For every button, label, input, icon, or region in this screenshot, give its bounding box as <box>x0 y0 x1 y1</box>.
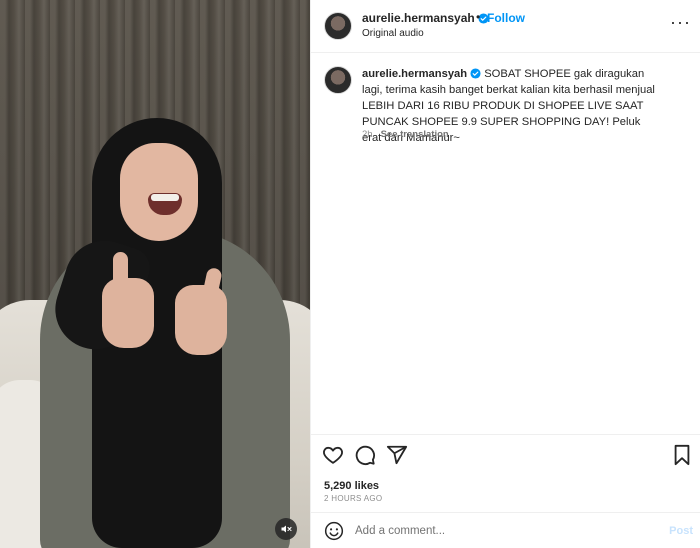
left-hand <box>102 278 154 348</box>
comment-input[interactable] <box>355 521 655 541</box>
comment-button[interactable] <box>354 444 378 468</box>
separator-dot: • <box>476 10 481 24</box>
share-icon <box>386 445 408 465</box>
emoji-button[interactable] <box>324 521 344 541</box>
original-audio-link[interactable]: Original audio <box>362 28 424 39</box>
share-button[interactable] <box>386 444 410 468</box>
caption-age: 2h <box>362 129 373 140</box>
caption-username[interactable]: aurelie.hermansyah <box>362 68 467 80</box>
follow-button[interactable]: Follow <box>487 11 525 25</box>
post-actions: 5,290 likes 2 HOURS AGO <box>311 434 700 512</box>
more-options-icon[interactable]: ··· <box>670 12 691 33</box>
see-translation-link[interactable]: See translation <box>381 129 449 140</box>
verified-icon <box>470 68 481 79</box>
post-header: aurelie.hermansyah • Follow Original aud… <box>311 0 700 53</box>
save-button[interactable] <box>672 444 696 468</box>
likes-count[interactable]: 5,290 likes <box>324 480 379 492</box>
caption-section: aurelie.hermansyah SOBAT SHOPEE gak dira… <box>311 54 700 434</box>
face <box>120 143 198 241</box>
muted-speaker-icon <box>281 525 292 533</box>
author-avatar[interactable] <box>324 12 352 40</box>
teeth <box>151 194 179 201</box>
right-hand <box>175 285 227 355</box>
caption-meta: 2h See translation <box>362 129 449 140</box>
comment-icon <box>355 445 375 466</box>
post-video[interactable] <box>0 0 310 548</box>
bookmark-icon <box>674 444 690 466</box>
post-comment-button[interactable]: Post <box>669 525 693 537</box>
emoji-icon <box>324 521 344 541</box>
post-side-panel: aurelie.hermansyah • Follow Original aud… <box>310 0 700 548</box>
mute-toggle-button[interactable] <box>275 518 297 540</box>
like-button[interactable] <box>322 444 346 468</box>
heart-icon <box>323 446 343 464</box>
comment-bar: Post <box>311 512 700 548</box>
post-timestamp: 2 HOURS AGO <box>324 494 383 503</box>
author-username[interactable]: aurelie.hermansyah <box>362 11 489 25</box>
caption-author-avatar[interactable] <box>324 66 352 94</box>
